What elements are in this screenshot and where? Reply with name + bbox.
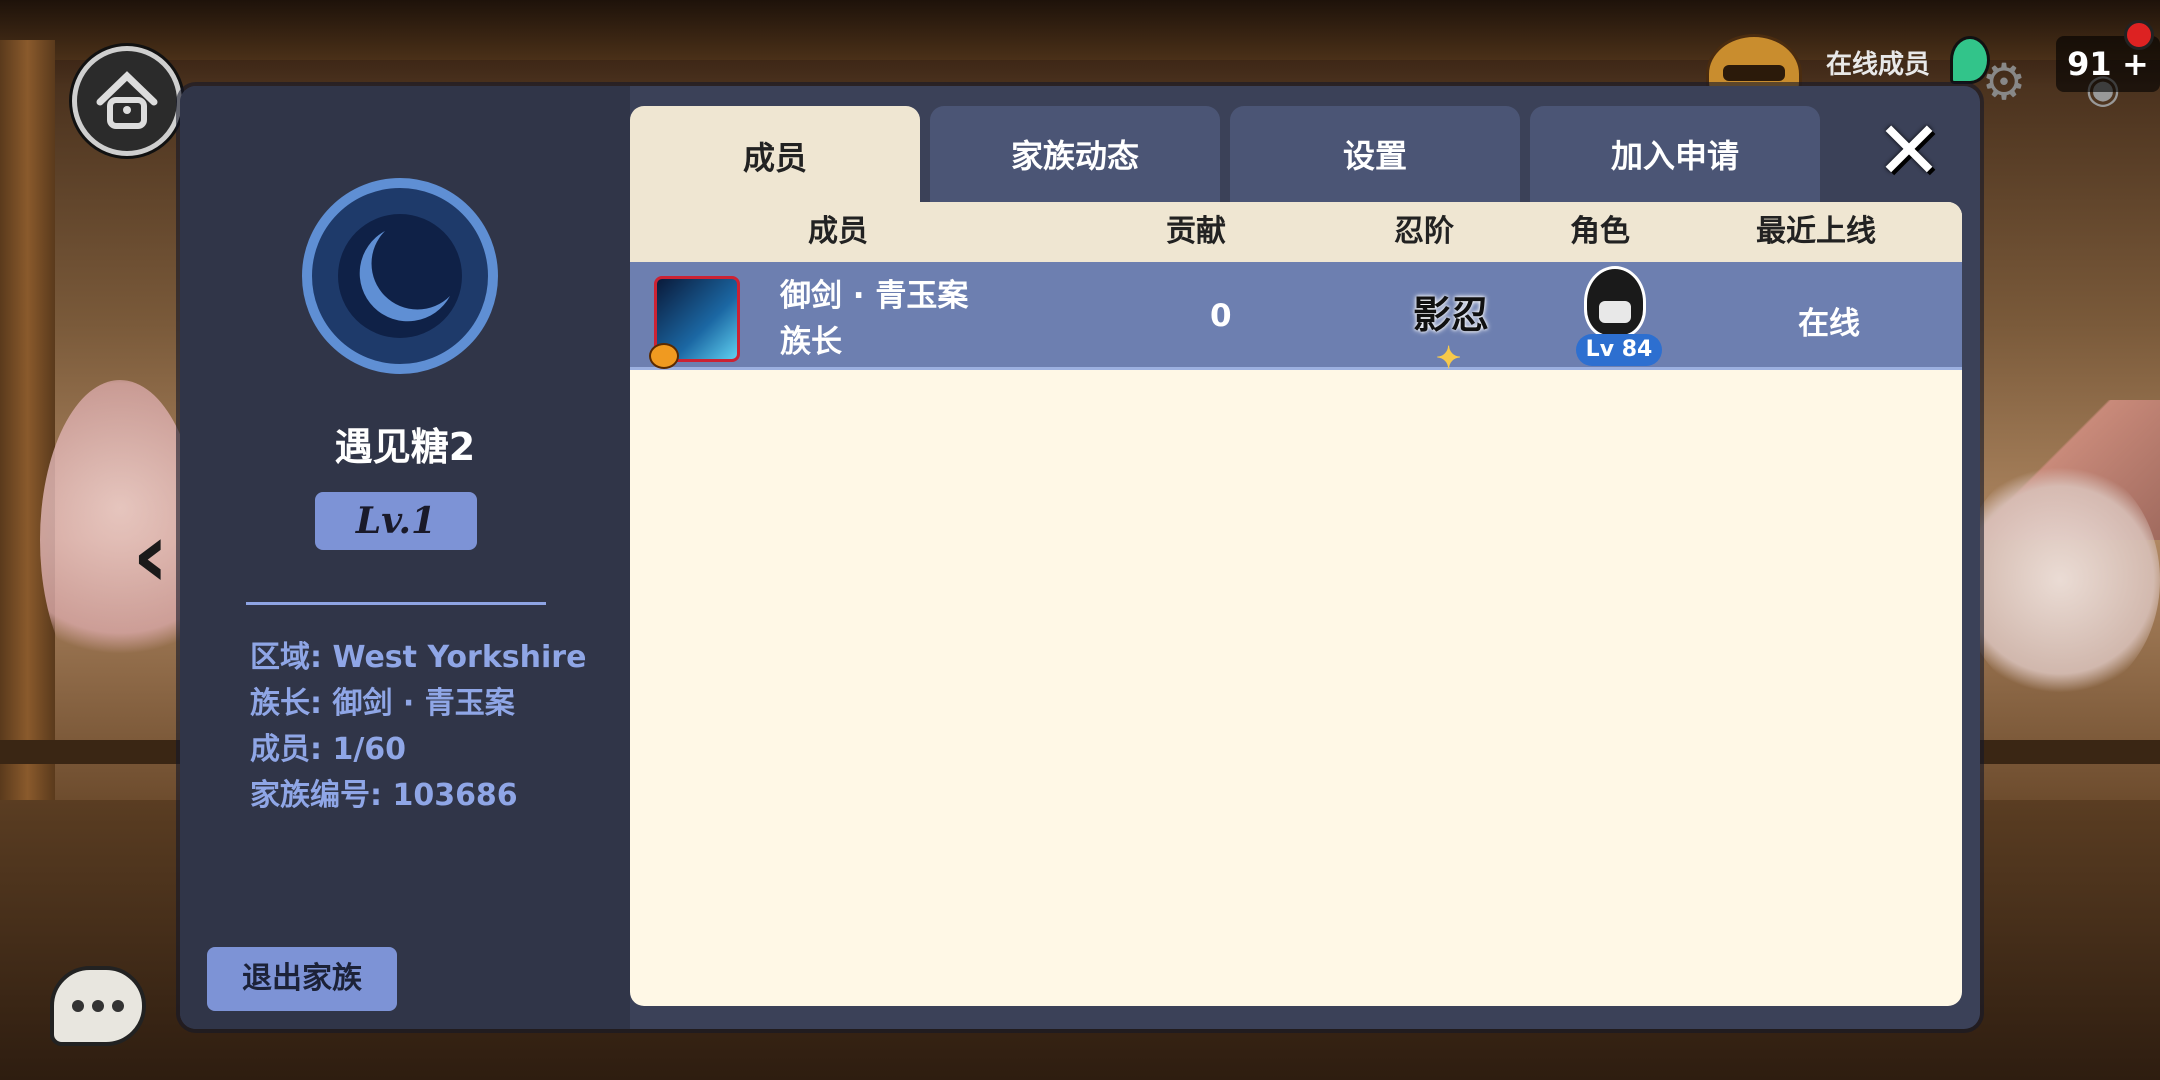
chat-button[interactable]: [50, 966, 146, 1046]
tab-settings[interactable]: 设置: [1230, 106, 1520, 202]
pumpkin-icon: [649, 343, 679, 369]
member-last-online: 在线: [1798, 306, 1860, 342]
member-avatar: [649, 276, 740, 369]
tab-join-requests[interactable]: 加入申请: [1530, 106, 1820, 202]
crescent-moon-icon: [338, 214, 462, 338]
tab-members[interactable]: 成员: [630, 106, 920, 206]
header-rank: 忍阶: [1394, 214, 1454, 249]
clan-leader: 族长: 御剑 · 青玉案: [250, 686, 515, 721]
member-contribution: 0: [1210, 298, 1232, 334]
table-header: 成员 贡献 忍阶 角色 最近上线: [630, 202, 1962, 262]
gear-icon[interactable]: ⚙: [1978, 56, 2030, 108]
tab-clan-activity[interactable]: 家族动态: [930, 106, 1220, 202]
close-icon[interactable]: ✕: [1874, 111, 1944, 191]
quit-clan-button[interactable]: 退出家族: [207, 947, 397, 1011]
chat-icon: [72, 1000, 84, 1012]
header-character: 角色: [1570, 214, 1630, 249]
home-icon: [96, 71, 158, 129]
clan-id: 家族编号: 103686: [250, 778, 518, 813]
clan-name: 遇见糖2: [334, 425, 476, 469]
member-name: 御剑 · 青玉案: [780, 278, 969, 314]
member-title: 族长: [780, 324, 842, 360]
chevron-left-icon[interactable]: ‹: [132, 511, 182, 601]
table-row[interactable]: 御剑 · 青玉案 族长 0 影忍 ✦ Lv 84 在线: [630, 262, 1962, 376]
ninja-rank-badge: 影忍 ✦: [1406, 282, 1496, 376]
cherry-blossom-tree: [1960, 460, 2160, 700]
character-avatar: [1584, 266, 1646, 338]
clan-region: 区域: West Yorkshire: [250, 640, 587, 675]
star-icon: ✦: [1436, 341, 1462, 376]
online-members-label[interactable]: 在线成员: [1826, 44, 1930, 81]
clan-info-sidebar: 遇见糖2 Lv.1 区域: West Yorkshire 族长: 御剑 · 青玉…: [180, 86, 630, 1029]
home-button[interactable]: [72, 46, 182, 156]
clan-level-badge: Lv.1: [315, 492, 477, 550]
clan-emblem: [302, 178, 498, 374]
notification-dot: [2124, 20, 2154, 50]
header-contribution: 贡献: [1166, 214, 1226, 249]
divider: [246, 602, 546, 605]
character-level: Lv 84: [1576, 334, 1662, 366]
header-member: 成员: [808, 214, 868, 249]
clan-member-count: 成员: 1/60: [250, 732, 407, 767]
member-table: 成员 贡献 忍阶 角色 最近上线 御剑 · 青玉案 族长 0 影忍 ✦ Lv 8…: [630, 202, 1962, 1006]
energy-value: 91: [2067, 45, 2112, 83]
header-last-online: 最近上线: [1756, 214, 1876, 249]
add-energy-button[interactable]: +: [2122, 45, 2149, 83]
wooden-pillar: [0, 40, 55, 820]
clan-panel: 遇见糖2 Lv.1 区域: West Yorkshire 族长: 御剑 · 青玉…: [180, 86, 1980, 1029]
